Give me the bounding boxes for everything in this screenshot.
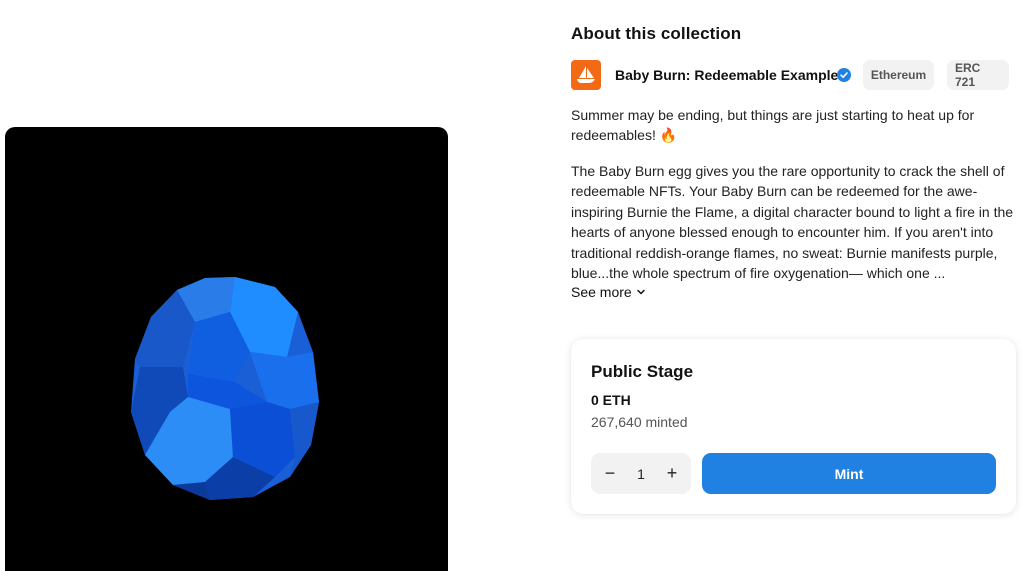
chain-chip: Ethereum xyxy=(863,60,934,90)
quantity-value: 1 xyxy=(637,465,645,482)
see-more-button[interactable]: See more xyxy=(571,284,646,300)
description-paragraph-1: Summer may be ending, but things are jus… xyxy=(571,107,975,144)
stage-price: 0 ETH xyxy=(591,392,631,408)
see-more-label: See more xyxy=(571,284,632,300)
public-stage-card: Public Stage 0 ETH 267,640 minted − 1 + … xyxy=(571,339,1016,514)
token-standard-chip: ERC 721 xyxy=(947,60,1009,90)
minted-count: 267,640 minted xyxy=(591,414,688,430)
quantity-stepper: − 1 + xyxy=(591,453,691,494)
mint-button[interactable]: Mint xyxy=(702,453,996,494)
verified-check-icon xyxy=(837,68,851,82)
stage-title: Public Stage xyxy=(591,362,694,381)
nft-media xyxy=(5,127,448,571)
blue-egg-image xyxy=(131,277,319,500)
collection-row: Baby Burn: Redeemable Example Ethereum E… xyxy=(571,59,1024,91)
opensea-ship-icon xyxy=(571,60,601,90)
decrease-button[interactable]: − xyxy=(597,461,623,487)
section-title: About this collection xyxy=(571,24,742,43)
description-paragraph-2: The Baby Burn egg gives you the rare opp… xyxy=(571,163,1014,282)
chevron-down-icon xyxy=(636,289,645,295)
collection-name[interactable]: Baby Burn: Redeemable Example xyxy=(615,67,838,83)
increase-button[interactable]: + xyxy=(659,461,685,487)
